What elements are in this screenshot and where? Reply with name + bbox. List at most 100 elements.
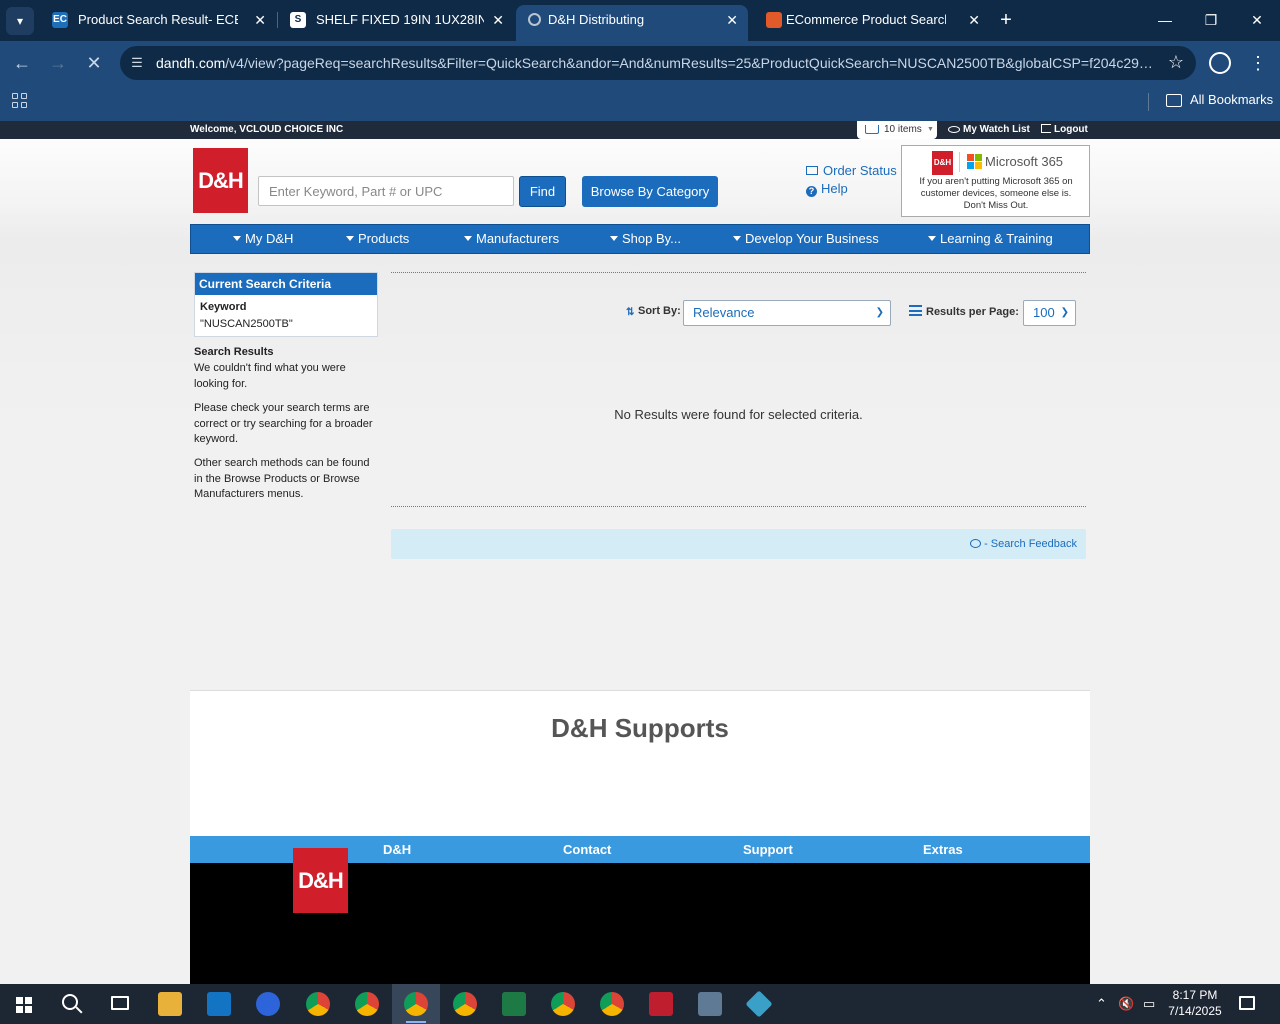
notifications-icon[interactable] — [1239, 996, 1255, 1010]
search-results-heading: Search Results — [194, 346, 274, 358]
ad-dh-logo: D&H — [932, 151, 953, 175]
question-circle-icon: ? — [806, 186, 817, 197]
caret-down-icon — [464, 236, 472, 241]
tab-ecexpress[interactable]: EC Product Search Result- ECExpre ✕ — [40, 5, 276, 41]
results-top-divider — [391, 272, 1086, 273]
file-explorer-icon[interactable] — [158, 992, 182, 1016]
new-tab-button[interactable]: + — [994, 6, 1018, 34]
search-input[interactable] — [258, 176, 514, 206]
results-per-page-label: Results per Page: — [909, 305, 1019, 318]
sort-by-text: Sort By: — [638, 305, 681, 317]
find-button[interactable]: Find — [519, 176, 566, 207]
stop-loading-button[interactable]: ✕ — [80, 49, 108, 77]
nav-shop-by[interactable]: Shop By... — [610, 225, 681, 253]
tab-label: D&H Distributing — [548, 12, 645, 27]
footer-dh-logo[interactable]: D&H — [293, 848, 348, 913]
bookmarks-bar: All Bookmarks — [0, 85, 1280, 121]
caret-down-icon — [346, 236, 354, 241]
footer-link-contact[interactable]: Contact — [563, 836, 611, 863]
task-view-icon[interactable] — [111, 996, 129, 1010]
tab-shelf-fixed[interactable]: S SHELF FIXED 19IN 1UX28IN 200 ✕ — [278, 5, 514, 41]
footer-link-dh[interactable]: D&H — [383, 836, 411, 863]
sort-value: Relevance — [693, 305, 755, 320]
system-clock[interactable]: 8:17 PM 7/14/2025 — [1160, 987, 1230, 1019]
folder-open-icon — [806, 166, 818, 175]
help-link[interactable]: ? Help — [806, 181, 848, 197]
site-settings-icon[interactable]: ☰ — [128, 54, 146, 72]
minimize-button[interactable]: — — [1142, 0, 1188, 40]
address-bar[interactable]: ☰ dandh.com/v4/view?pageReq=searchResult… — [120, 46, 1196, 80]
results-per-page-select[interactable]: 100 ❯ — [1023, 300, 1076, 326]
app-diamond-icon[interactable] — [745, 990, 773, 1018]
windows-taskbar: ⌃ 🔇 ▭ 8:17 PM 7/14/2025 — [0, 984, 1280, 1024]
results-bottom-divider — [391, 506, 1086, 507]
order-status-link[interactable]: Order Status — [806, 163, 897, 178]
chrome-profile-icon[interactable] — [355, 992, 379, 1016]
order-status-label: Order Status — [823, 163, 897, 178]
url-text[interactable]: dandh.com/v4/view?pageReq=searchResults&… — [156, 46, 1156, 80]
browse-by-category-button[interactable]: Browse By Category — [582, 176, 718, 207]
close-window-button[interactable]: ✕ — [1234, 0, 1280, 40]
close-tab-icon[interactable]: ✕ — [968, 5, 980, 35]
microsoft-logo-icon — [967, 154, 982, 169]
footer-link-support[interactable]: Support — [743, 836, 793, 863]
page-viewport: Welcome, VCLOUD CHOICE INC 10 items ▼ My… — [0, 121, 1280, 984]
cart-button[interactable]: 10 items ▼ — [857, 121, 937, 139]
nav-my-dh[interactable]: My D&H — [233, 225, 293, 253]
chevron-down-icon: ❯ — [1060, 307, 1069, 318]
chrome-profile-icon[interactable] — [453, 992, 477, 1016]
search-feedback-link[interactable]: - Search Feedback — [970, 529, 1077, 559]
excel-icon[interactable] — [502, 992, 526, 1016]
close-tab-icon[interactable]: ✕ — [492, 5, 504, 35]
chrome-profile-icon[interactable] — [306, 992, 330, 1016]
forward-button[interactable]: → — [44, 49, 72, 77]
footer-link-extras[interactable]: Extras — [923, 836, 963, 863]
outlook-icon[interactable] — [207, 992, 231, 1016]
chrome-profile-icon[interactable] — [600, 992, 624, 1016]
nav-products[interactable]: Products — [346, 225, 409, 253]
logout-link[interactable]: Logout — [1041, 121, 1088, 139]
chrome-profile-icon[interactable] — [551, 992, 575, 1016]
nav-label: My D&H — [245, 231, 294, 246]
back-button[interactable]: ← — [8, 49, 36, 77]
close-tab-icon[interactable]: ✕ — [726, 5, 738, 35]
bookmark-star-icon[interactable]: ☆ — [1168, 52, 1184, 73]
chrome-profile-icon[interactable] — [404, 992, 428, 1016]
windows-start-icon[interactable] — [16, 997, 32, 1013]
profile-icon[interactable] — [1209, 52, 1231, 74]
calculator-icon[interactable] — [698, 992, 722, 1016]
url-host: dandh.com — [156, 55, 226, 71]
caret-down-icon — [610, 236, 618, 241]
sort-by-label: ⇅ Sort By: — [626, 305, 681, 318]
sort-select[interactable]: Relevance ❯ — [683, 300, 891, 326]
tray-chevron-icon[interactable]: ⌃ — [1096, 984, 1107, 1024]
network-icon[interactable]: ▭ — [1143, 984, 1155, 1024]
ad-text: If you aren't putting Microsoft 365 on c… — [919, 176, 1073, 211]
nav-label: Products — [358, 231, 410, 246]
folder-icon[interactable] — [1166, 94, 1182, 107]
nav-develop-business[interactable]: Develop Your Business — [733, 225, 879, 253]
apps-grid-icon[interactable] — [12, 93, 28, 109]
filezilla-icon[interactable] — [649, 992, 673, 1016]
restore-button[interactable]: ❐ — [1188, 0, 1234, 40]
nav-manufacturers[interactable]: Manufacturers — [464, 225, 559, 253]
keyword-label: Keyword — [200, 301, 247, 313]
nav-learning-training[interactable]: Learning & Training — [928, 225, 1053, 253]
search-icon[interactable] — [62, 994, 78, 1010]
volume-muted-icon[interactable]: 🔇 — [1118, 984, 1134, 1024]
ec-favicon-icon: EC — [52, 12, 68, 28]
tab-ecommerce-search[interactable]: ECommerce Product Search ✕ — [754, 5, 990, 41]
close-tab-icon[interactable]: ✕ — [254, 5, 266, 35]
results-per-page-value: 100 — [1033, 305, 1055, 320]
watch-list-link[interactable]: My Watch List — [948, 121, 1030, 139]
tab-dh-distributing[interactable]: D&H Distributing ✕ — [516, 5, 748, 41]
help-label: Help — [821, 181, 848, 196]
all-bookmarks-link[interactable]: All Bookmarks — [1190, 85, 1273, 115]
feedback-label: - Search Feedback — [984, 538, 1077, 550]
dh-logo[interactable]: D&H — [193, 148, 248, 213]
tab-label: ECommerce Product Search — [786, 12, 946, 27]
zoom-icon[interactable] — [256, 992, 280, 1016]
menu-kebab-icon[interactable]: ⋮ — [1248, 49, 1268, 77]
tab-search-button[interactable]: ▾ — [6, 7, 34, 35]
microsoft-365-ad[interactable]: D&H Microsoft 365 If you aren't putting … — [901, 145, 1090, 217]
